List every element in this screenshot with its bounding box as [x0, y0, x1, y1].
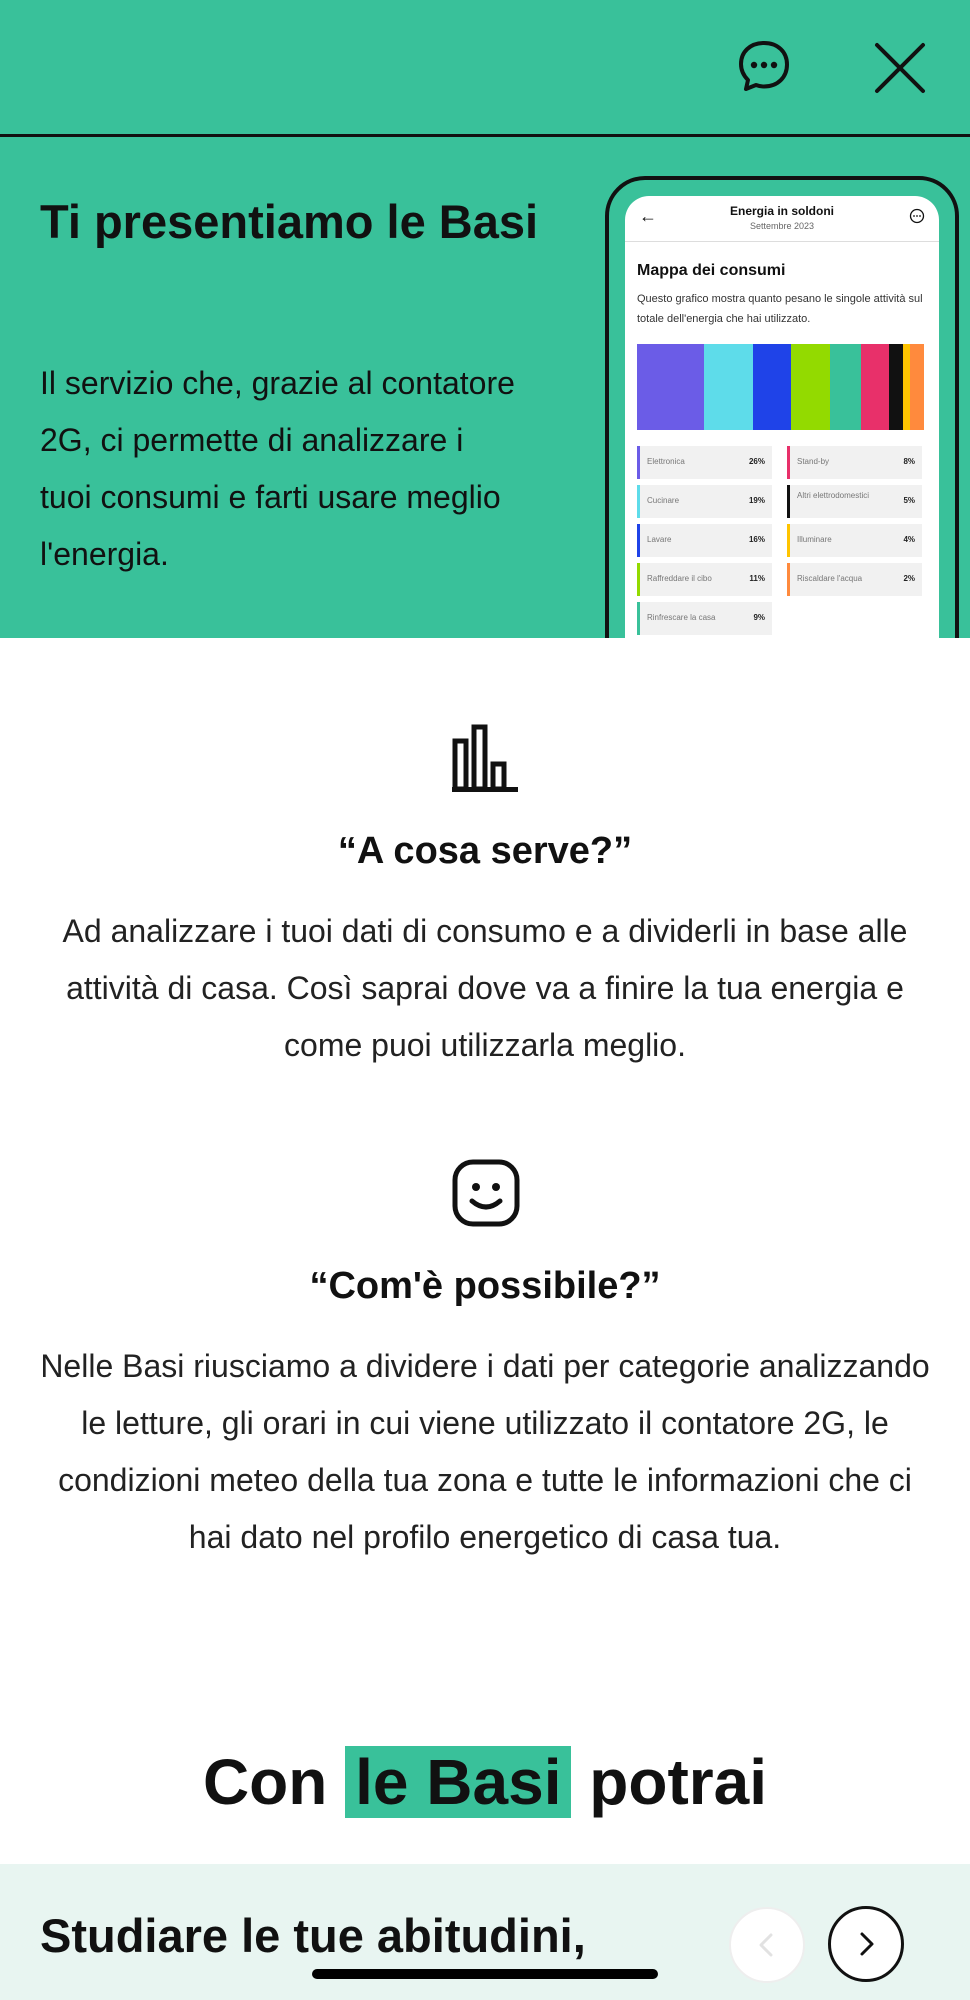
- top-bar: [0, 0, 970, 137]
- legend-value: 26%: [748, 457, 765, 466]
- legend-label: Rinfrescare la casa: [647, 613, 716, 622]
- legend-label: Illuminare: [797, 535, 832, 544]
- phone-mockup: ← Energia in soldoni Settembre 2023 Mapp…: [605, 176, 959, 638]
- consumption-bar-segment: [703, 344, 753, 430]
- home-indicator: [312, 1969, 658, 1979]
- consumption-map-description: Questo grafico mostra quanto pesano le s…: [637, 293, 923, 325]
- smiley-face-icon: [452, 1159, 520, 1227]
- legend-value: 5%: [903, 496, 915, 505]
- hero-description: Il servizio che, grazie al contatore 2G,…: [40, 365, 515, 572]
- carousel-prev-button[interactable]: [729, 1907, 805, 1983]
- chevron-left-icon: [759, 1933, 773, 1957]
- section-text-purpose: Ad analizzare i tuoi dati di consumo e a…: [62, 913, 908, 1063]
- consumption-bar-segment: [752, 344, 791, 430]
- consumption-bar-segment: [909, 344, 924, 430]
- legend-item: Illuminare 4%: [787, 524, 922, 557]
- section-title-how: “Com'è possibile?”: [309, 1265, 661, 1307]
- legend-label: Raffreddare il cibo: [647, 574, 712, 583]
- legend-item: Elettronica 26%: [637, 446, 772, 479]
- legend-item: Cucinare 19%: [637, 485, 772, 518]
- phone-screen-title: Energia in soldoni: [729, 204, 834, 218]
- consumption-map-title: Mappa dei consumi: [637, 262, 786, 279]
- consumption-bar-segment: [903, 344, 910, 430]
- features-heading-highlight: le Basi: [345, 1746, 572, 1818]
- phone-screen-header: ← Energia in soldoni Settembre 2023: [625, 196, 939, 242]
- consumption-bar-segment: [637, 344, 704, 430]
- legend-label: Cucinare: [647, 496, 680, 505]
- legend-value: 11%: [749, 574, 765, 583]
- chat-button[interactable]: [736, 38, 792, 94]
- legend-item: Rinfrescare la casa 9%: [637, 602, 772, 635]
- legend-value: 8%: [903, 457, 915, 466]
- section-text-how: Nelle Basi riusciamo a dividere i dati p…: [40, 1348, 930, 1555]
- legend-item: Lavare 16%: [637, 524, 772, 557]
- carousel-slide-text: Studiare le tue abitudini,: [40, 1909, 586, 1962]
- legend-label: Elettronica: [647, 457, 685, 466]
- legend-value: 4%: [903, 535, 915, 544]
- carousel-next-button[interactable]: [828, 1906, 904, 1982]
- legend-label: Stand-by: [797, 457, 830, 466]
- chat-bubble-icon: [739, 41, 789, 91]
- legend-value: 19%: [748, 496, 765, 505]
- chevron-right-icon: [860, 1932, 874, 1956]
- legend-label: Altri elettrodomestici: [797, 491, 870, 500]
- consumption-stacked-bar: [637, 344, 924, 430]
- features-heading-before: Con: [202, 1746, 328, 1818]
- chat-bubble-icon: [909, 208, 925, 224]
- features-carousel: Studiare le tue abitudini,: [0, 1864, 970, 2000]
- phone-screen: ← Energia in soldoni Settembre 2023 Mapp…: [625, 196, 939, 638]
- legend-value: 2%: [903, 574, 915, 583]
- legend-label: Lavare: [647, 535, 672, 544]
- features-heading: Con le Basi potrai: [0, 1740, 970, 1824]
- consumption-bar-segment: [889, 344, 903, 430]
- section-title-purpose: “A cosa serve?”: [337, 830, 633, 872]
- consumption-bar-segment: [829, 344, 861, 430]
- legend-item: Altri elettrodomestici 5%: [787, 485, 922, 518]
- consumption-bar-segment: [861, 344, 889, 430]
- hero-banner: Ti presentiamo le Basi Il servizio che, …: [0, 137, 970, 638]
- legend-item: Raffreddare il cibo 11%: [637, 563, 772, 596]
- legend-value: 16%: [748, 535, 765, 544]
- legend-value: 9%: [753, 613, 765, 622]
- legend-label: Riscaldare l'acqua: [797, 574, 863, 583]
- hero-title: Ti presentiamo le Basi: [40, 195, 539, 248]
- close-button[interactable]: [870, 38, 930, 98]
- consumption-bar-segment: [791, 344, 830, 430]
- legend-item: Riscaldare l'acqua 2%: [787, 563, 922, 596]
- bar-chart-icon: [452, 724, 518, 792]
- legend-item: Stand-by 8%: [787, 446, 922, 479]
- phone-screen-subtitle: Settembre 2023: [749, 221, 815, 231]
- close-icon: [875, 43, 925, 93]
- features-heading-after: potrai: [589, 1746, 768, 1818]
